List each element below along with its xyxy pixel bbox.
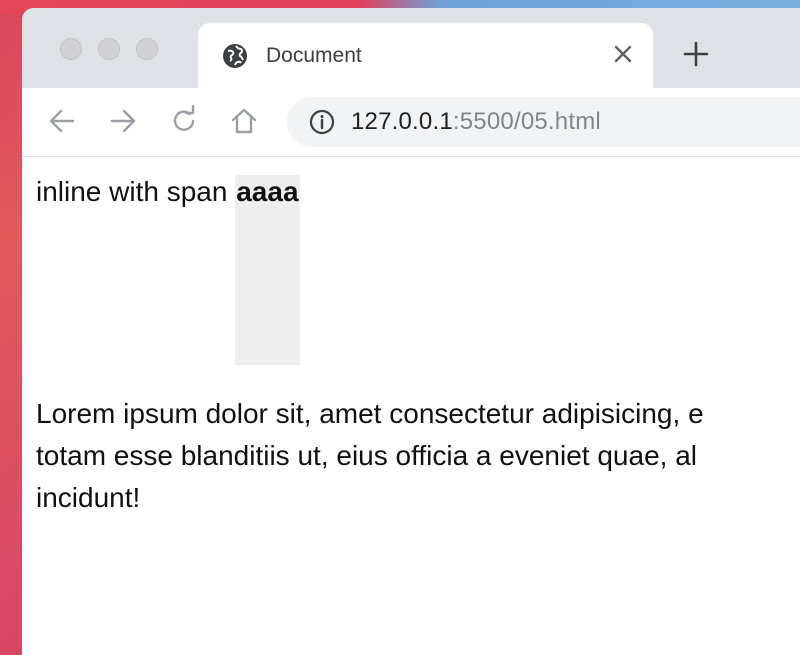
info-icon[interactable] [309,109,335,135]
lorem-line: totam esse blanditiis ut, eius officia a… [36,440,697,471]
url-host: 127.0.0.1 [351,108,453,135]
url-text: 127.0.0.1:5500/05.html [351,108,601,136]
tab-document[interactable]: Document [198,23,653,89]
reload-icon[interactable] [168,105,200,137]
lorem-line: incidunt! [36,482,141,513]
inline-text: inline with span [36,176,236,207]
tab-strip: Document [22,8,800,89]
address-bar[interactable]: 127.0.0.1:5500/05.html [287,97,800,147]
globe-icon [223,44,247,68]
plus-icon[interactable] [682,40,710,68]
close-window-button[interactable] [60,38,82,60]
url-path: :5500/05.html [452,108,601,135]
lorem-paragraph: Lorem ipsum dolor sit, amet consectetur … [36,393,800,519]
page-content: inline with span aaaa Lorem ipsum dolor … [22,157,800,655]
arrow-right-icon[interactable] [107,105,139,137]
minimize-window-button[interactable] [98,38,120,60]
lorem-line: Lorem ipsum dolor sit, amet consectetur … [36,398,704,429]
arrow-left-icon[interactable] [46,105,78,137]
inline-paragraph: inline with span aaaa [36,175,300,365]
toolbar: 127.0.0.1:5500/05.html [22,88,800,157]
tab-title: Document [266,44,362,67]
browser-window: Document 127.0.0.1:5500/05.html inline w… [22,8,800,655]
inline-block-span: aaaa [235,175,300,365]
home-icon[interactable] [228,105,260,137]
zoom-window-button[interactable] [136,38,158,60]
close-icon[interactable] [610,41,636,67]
